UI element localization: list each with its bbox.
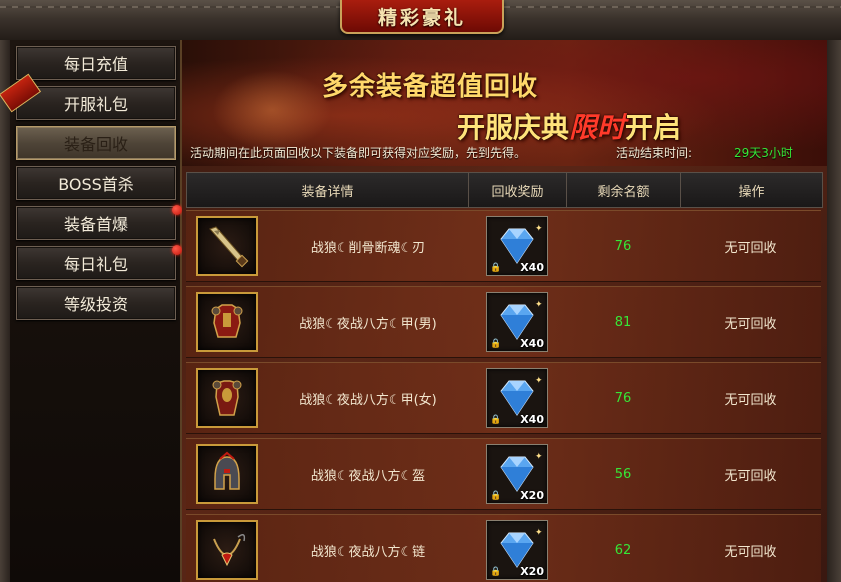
lock-icon: 🔒 [490, 263, 502, 273]
banner-highlight: 限时 [569, 111, 626, 144]
lock-icon: 🔒 [490, 339, 502, 349]
equipment-cell: 战狼☾夜战八方☾甲(女) [186, 363, 468, 433]
window-title-plate: 精彩豪礼 [340, 0, 504, 34]
sidebar-item-label: 等级投资 [63, 295, 128, 314]
event-banner: 多余装备超值回收 开服庆典限时开启 活动期间在此页面回收以下装备即可获得对应奖励… [182, 40, 827, 166]
sidebar-item-equipment-recycle[interactable]: 装备回收 [16, 126, 176, 160]
svg-text:✦: ✦ [535, 376, 543, 386]
window-right-frame [827, 40, 841, 582]
sidebar-item-equipment-first-drop[interactable]: 装备首爆 [16, 205, 182, 240]
sidebar-item-daily-pack[interactable]: 每日礼包 [16, 245, 182, 280]
banner-headline: 多余装备超值回收 [322, 72, 539, 102]
table-row: 战狼☾夜战八方☾甲(男) ✦ 🔒 X40 81 无可回收 [186, 286, 821, 358]
equipment-name: 战狼☾夜战八方☾链 [310, 544, 426, 560]
banner-subheadline-b: 开启 [625, 111, 682, 144]
reward-quantity: X20 [520, 565, 544, 578]
column-header-equipment: 装备详情 [187, 173, 469, 207]
lock-icon: 🔒 [490, 491, 502, 501]
event-end-countdown: 29天3小时 [734, 146, 793, 160]
blade-icon[interactable] [196, 216, 258, 276]
equipment-cell: 战狼☾夜战八方☾甲(男) [186, 287, 468, 357]
equipment-name: 战狼☾削骨断魂☾刃 [310, 240, 426, 256]
window-title: 精彩豪礼 [377, 6, 466, 29]
reward-cell: ✦ 🔒 X20 [468, 515, 566, 582]
remaining-count: 76 [614, 238, 632, 254]
window-left-frame [0, 40, 10, 582]
reward-quantity: X20 [520, 489, 544, 502]
sidebar-item-boss-first-kill[interactable]: BOSS首杀 [16, 166, 176, 200]
remaining-count: 56 [614, 466, 632, 482]
necklace-icon[interactable] [196, 520, 258, 580]
lock-icon: 🔒 [490, 567, 502, 577]
banner-art [212, 70, 332, 150]
sidebar-item-label: 装备首爆 [63, 215, 128, 234]
reward-cell: ✦ 🔒 X20 [468, 439, 566, 509]
table-row: 战狼☾夜战八方☾链 ✦ 🔒 X20 62 无可回收 [186, 514, 821, 582]
column-header-reward: 回收奖励 [469, 173, 567, 207]
armor-male-icon[interactable] [196, 292, 258, 352]
svg-text:✦: ✦ [535, 224, 543, 234]
notification-dot [172, 205, 182, 215]
sidebar-item-label: 开服礼包 [63, 95, 128, 114]
banner-subheadline: 开服庆典限时开启 [457, 106, 681, 146]
sidebar-item-label: 装备回收 [63, 135, 128, 154]
sidebar-item-daily-recharge[interactable]: 每日充值 [16, 46, 176, 80]
recycle-action: 无可回收 [724, 392, 777, 408]
banner-subheadline-a: 开服庆典 [457, 111, 570, 144]
column-header-action: 操作 [738, 184, 765, 200]
svg-text:✦: ✦ [535, 528, 543, 538]
remaining-count: 81 [614, 314, 632, 330]
recycle-action: 无可回收 [724, 240, 777, 256]
reward-cell: ✦ 🔒 X40 [468, 211, 566, 281]
sidebar-item-label: 每日礼包 [63, 255, 128, 274]
equipment-cell: 战狼☾夜战八方☾盔 [186, 439, 468, 509]
table-row: 战狼☾夜战八方☾盔 ✦ 🔒 X20 56 无可回收 [186, 438, 821, 510]
reward-slot[interactable]: ✦ 🔒 X40 [486, 368, 548, 428]
event-description: 活动期间在此页面回收以下装备即可获得对应奖励，先到先得。 [190, 146, 527, 160]
equipment-cell: 战狼☾夜战八方☾链 [186, 515, 468, 582]
remaining-count: 76 [614, 390, 632, 406]
svg-text:✦: ✦ [535, 300, 543, 310]
sidebar: 每日充值 开服礼包 装备回收 BOSS首杀 装备首爆 每日礼包 等级投资 [10, 40, 182, 582]
svg-text:✦: ✦ [535, 452, 543, 462]
armor-female-icon[interactable] [196, 368, 258, 428]
reward-slot[interactable]: ✦ 🔒 X40 [486, 216, 548, 276]
remaining-count: 62 [614, 542, 632, 558]
recycle-action: 无可回收 [724, 544, 777, 560]
main-panel: 多余装备超值回收 开服庆典限时开启 活动期间在此页面回收以下装备即可获得对应奖励… [182, 40, 827, 582]
equipment-cell: 战狼☾削骨断魂☾刃 [186, 211, 468, 281]
lock-icon: 🔒 [490, 415, 502, 425]
helmet-icon[interactable] [196, 444, 258, 504]
reward-slot[interactable]: ✦ 🔒 X20 [486, 444, 548, 504]
table-header: 装备详情 回收奖励 剩余名额 操作 [186, 172, 823, 208]
recycle-action: 无可回收 [724, 468, 777, 484]
reward-cell: ✦ 🔒 X40 [468, 287, 566, 357]
notification-dot [172, 245, 182, 255]
table-row: 战狼☾夜战八方☾甲(女) ✦ 🔒 X40 76 无可回收 [186, 362, 821, 434]
sidebar-item-label: 每日充值 [63, 55, 128, 74]
column-header-remaining: 剩余名额 [567, 173, 681, 207]
table-row: 战狼☾削骨断魂☾刃 ✦ 🔒 X40 76 无可回收 [186, 210, 821, 282]
sidebar-item-level-investment[interactable]: 等级投资 [16, 286, 176, 320]
recycle-list: 战狼☾削骨断魂☾刃 ✦ 🔒 X40 76 无可回收 战狼☾夜战八方☾甲(男) ✦… [186, 210, 821, 582]
reward-cell: ✦ 🔒 X40 [468, 363, 566, 433]
equipment-name: 战狼☾夜战八方☾盔 [310, 468, 426, 484]
event-end-label: 活动结束时间: [616, 146, 693, 160]
reward-quantity: X40 [520, 337, 544, 350]
recycle-action: 无可回收 [724, 316, 777, 332]
reward-slot[interactable]: ✦ 🔒 X40 [486, 292, 548, 352]
sidebar-item-label: BOSS首杀 [58, 175, 134, 194]
reward-slot[interactable]: ✦ 🔒 X20 [486, 520, 548, 580]
equipment-name: 战狼☾夜战八方☾甲(男) [299, 316, 437, 332]
reward-quantity: X40 [520, 261, 544, 274]
reward-quantity: X40 [520, 413, 544, 426]
equipment-name: 战狼☾夜战八方☾甲(女) [299, 392, 437, 408]
